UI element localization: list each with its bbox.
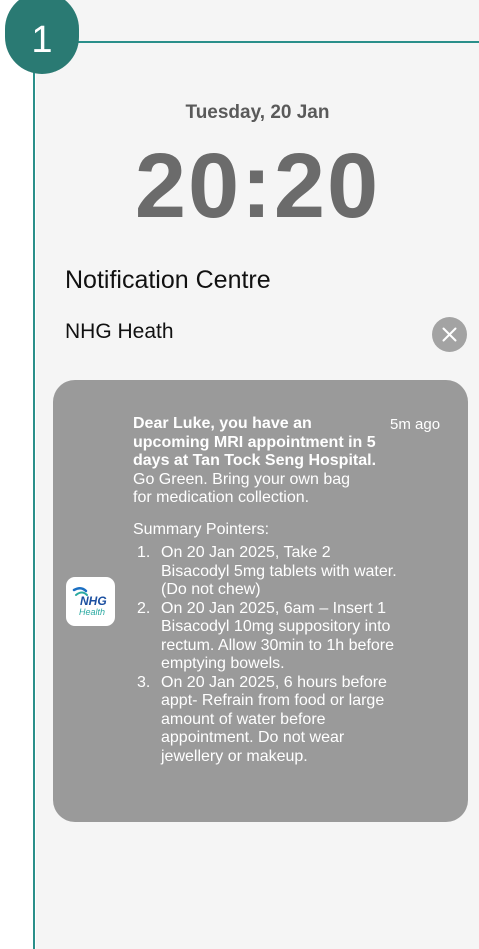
- body-line: for medication collection.: [133, 489, 310, 506]
- list-item-line: amount of water before: [161, 710, 326, 728]
- list-item-number: 3.: [137, 673, 151, 691]
- list-item-number: 2.: [137, 599, 151, 617]
- list-item-line: Bisacodyl 10mg suppository into: [161, 618, 391, 635]
- list-item-line: emptying bowels.: [161, 655, 285, 672]
- list-item: 1. On 20 Jan 2025, Take 2 Bisacodyl 5mg …: [137, 544, 457, 600]
- list-item-number: 1.: [137, 544, 151, 561]
- list-item: 3. On 20 Jan 2025, 6 hours before appt- …: [137, 674, 457, 767]
- body-line: Go Green. Bring your own bag: [133, 470, 351, 488]
- list-item-line: On 20 Jan 2025, 6am – Insert 1: [161, 599, 387, 617]
- frame-top-line: [36, 41, 479, 43]
- list-item-line: rectum. Allow 30min to 1h before: [161, 636, 395, 654]
- logo-text-nhg: NHG: [80, 594, 107, 608]
- headline-line: upcoming MRI appointment in 5: [133, 433, 376, 451]
- clear-notifications-button[interactable]: [432, 317, 467, 352]
- summary-pointers-list: 1. On 20 Jan 2025, Take 2 Bisacodyl 5mg …: [137, 544, 457, 766]
- notification-centre-title: Notification Centre: [65, 266, 271, 294]
- summary-label: Summary Pointers:: [133, 521, 270, 538]
- list-item-line: jewellery or makeup.: [161, 747, 308, 765]
- list-item-line: appt- Refrain from food or large: [161, 692, 385, 709]
- headline-line: Dear Luke, you have an: [133, 415, 312, 432]
- list-item-line: appointment. Do not wear: [161, 729, 345, 746]
- notification-group-app-name: NHG Heath: [65, 320, 174, 343]
- logo-text-health: Health: [79, 607, 105, 617]
- list-item: 2. On 20 Jan 2025, 6am – Insert 1 Bisaco…: [137, 600, 457, 674]
- list-item-line: Bisacodyl 5mg tablets with water.: [161, 562, 397, 580]
- nhg-health-app-icon: NHG Health: [66, 577, 115, 626]
- headline-line: days at Tan Tock Seng Hospital.: [133, 452, 377, 469]
- list-item-line: On 20 Jan 2025, 6 hours before: [161, 673, 387, 691]
- frame-left-line: [33, 41, 35, 949]
- step-number: 1: [31, 19, 53, 61]
- notification-message: Dear Luke, you have an upcoming MRI appo…: [133, 415, 433, 508]
- list-item-line: On 20 Jan 2025, Take 2: [161, 544, 331, 561]
- close-icon: [442, 327, 457, 342]
- lockscreen-date: Tuesday, 20 Jan: [185, 102, 330, 123]
- list-item-line: (Do not chew): [161, 581, 261, 598]
- nhg-health-logo: NHG Health: [72, 587, 107, 617]
- lockscreen-clock: 20:20: [134, 135, 381, 237]
